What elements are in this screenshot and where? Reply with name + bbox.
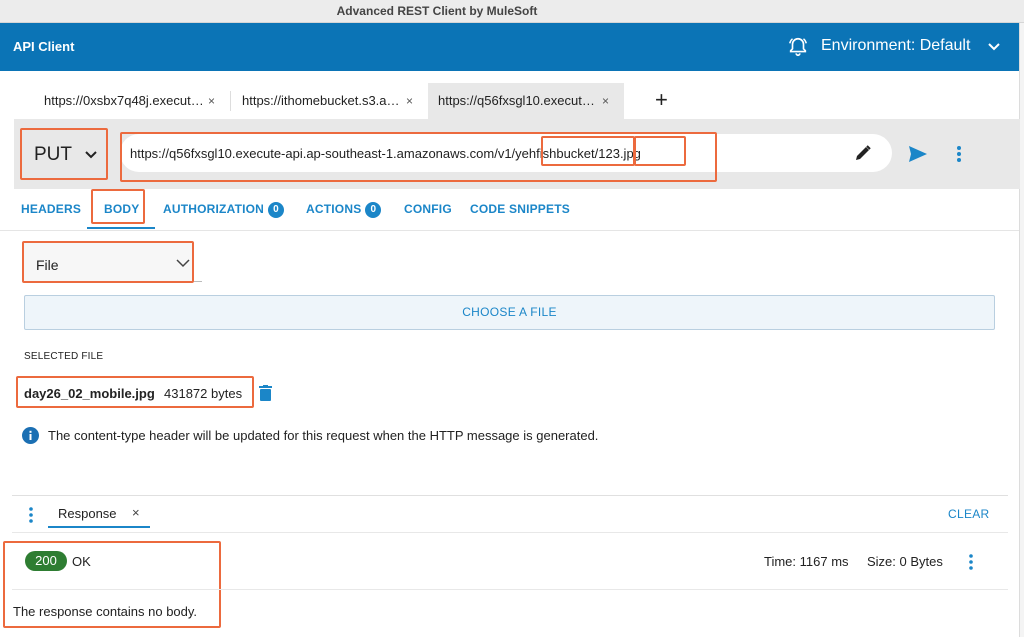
file-name: day26_02_mobile.jpg: [24, 386, 155, 401]
selected-file-label: SELECTED FILE: [24, 351, 104, 362]
more-vert-icon[interactable]: [968, 553, 974, 571]
send-icon[interactable]: [908, 145, 928, 163]
tab-code-snippets[interactable]: CODE SNIPPETS: [470, 202, 570, 216]
window-title: Advanced REST Client by MuleSoft: [0, 0, 1024, 23]
request-tab-active[interactable]: https://q56fxsgl10.execut… ×: [428, 83, 624, 119]
divider: [12, 495, 1008, 496]
actions-count-badge: 0: [365, 202, 382, 218]
no-body-message: The response contains no body.: [13, 604, 198, 619]
response-tab-label: Response: [58, 506, 117, 521]
tab-authorization-label: AUTHORIZATION: [163, 202, 265, 217]
filename-highlight: [634, 136, 686, 166]
request-tab-label: https://ithomebucket.s3.a…: [242, 93, 400, 108]
request-tab-label: https://0xsbx7q48j.execut…: [44, 93, 204, 108]
chevron-down-icon[interactable]: [987, 40, 1001, 54]
chevron-down-icon: [85, 151, 97, 159]
content-type-info: The content-type header will be updated …: [48, 428, 599, 443]
response-tab[interactable]: Response ×: [48, 498, 150, 528]
request-tab-label: https://q56fxsgl10.execut…: [438, 93, 595, 108]
edit-url-icon[interactable]: [854, 144, 872, 162]
tab-headers[interactable]: HEADERS: [21, 202, 81, 216]
divider: [12, 532, 1008, 533]
method-selector[interactable]: PUT: [20, 128, 108, 180]
close-tab-icon[interactable]: ×: [406, 83, 413, 119]
body-type-value: File: [36, 257, 59, 273]
close-tab-icon[interactable]: ×: [208, 83, 215, 119]
method-value: PUT: [34, 144, 72, 165]
clear-button[interactable]: CLEAR: [948, 507, 990, 521]
tab-authorization[interactable]: AUTHORIZATION 0: [163, 202, 285, 218]
more-vert-icon[interactable]: [28, 506, 34, 524]
request-tab-strip: https://0xsbx7q48j.execut… × https://ith…: [34, 83, 634, 119]
tab-actions-label: ACTIONS: [306, 202, 362, 217]
delete-file-icon[interactable]: [259, 385, 272, 401]
request-tab[interactable]: https://ithomebucket.s3.a… ×: [232, 83, 428, 119]
tab-divider: [230, 91, 231, 111]
request-editor-tabs: HEADERS BODY AUTHORIZATION 0 ACTIONS 0 CON…: [0, 189, 1019, 231]
authorization-count-badge: 0: [268, 202, 285, 218]
body-type-select[interactable]: File: [22, 241, 194, 283]
tab-config[interactable]: CONFIG: [404, 202, 452, 216]
select-underline: [194, 281, 202, 282]
selected-file: day26_02_mobile.jpg 431872 bytes: [16, 376, 254, 408]
environment-selector[interactable]: Environment: Default: [821, 37, 970, 55]
response-size: Size: 0 Bytes: [867, 554, 943, 569]
add-tab-button[interactable]: +: [655, 88, 668, 112]
chevron-down-icon: [176, 259, 190, 268]
request-tab[interactable]: https://0xsbx7q48j.execut… ×: [34, 83, 230, 119]
file-size: 431872 bytes: [164, 386, 243, 401]
close-tab-icon[interactable]: ×: [602, 83, 609, 119]
body-tab-highlight: [91, 189, 145, 224]
app-bar: API Client Environment: Default: [0, 23, 1019, 71]
status-text: OK: [72, 554, 91, 569]
url-bar: PUT https://q56fxsgl10.execute-api.ap-so…: [14, 119, 1020, 189]
more-vert-icon[interactable]: [956, 144, 962, 164]
app-title: API Client: [13, 39, 75, 54]
bell-alert-icon[interactable]: [787, 36, 809, 58]
divider: [12, 589, 1008, 590]
response-time: Time: 1167 ms: [764, 554, 849, 569]
close-response-icon[interactable]: ×: [132, 505, 140, 520]
active-tab-indicator: [87, 227, 155, 229]
choose-file-button[interactable]: CHOOSE A FILE: [24, 295, 995, 330]
window-edge: [1019, 23, 1024, 637]
info-icon: [22, 427, 39, 444]
bucket-highlight: [541, 136, 635, 166]
tab-actions[interactable]: ACTIONS 0: [306, 202, 382, 218]
status-code-badge: 200: [25, 551, 67, 571]
